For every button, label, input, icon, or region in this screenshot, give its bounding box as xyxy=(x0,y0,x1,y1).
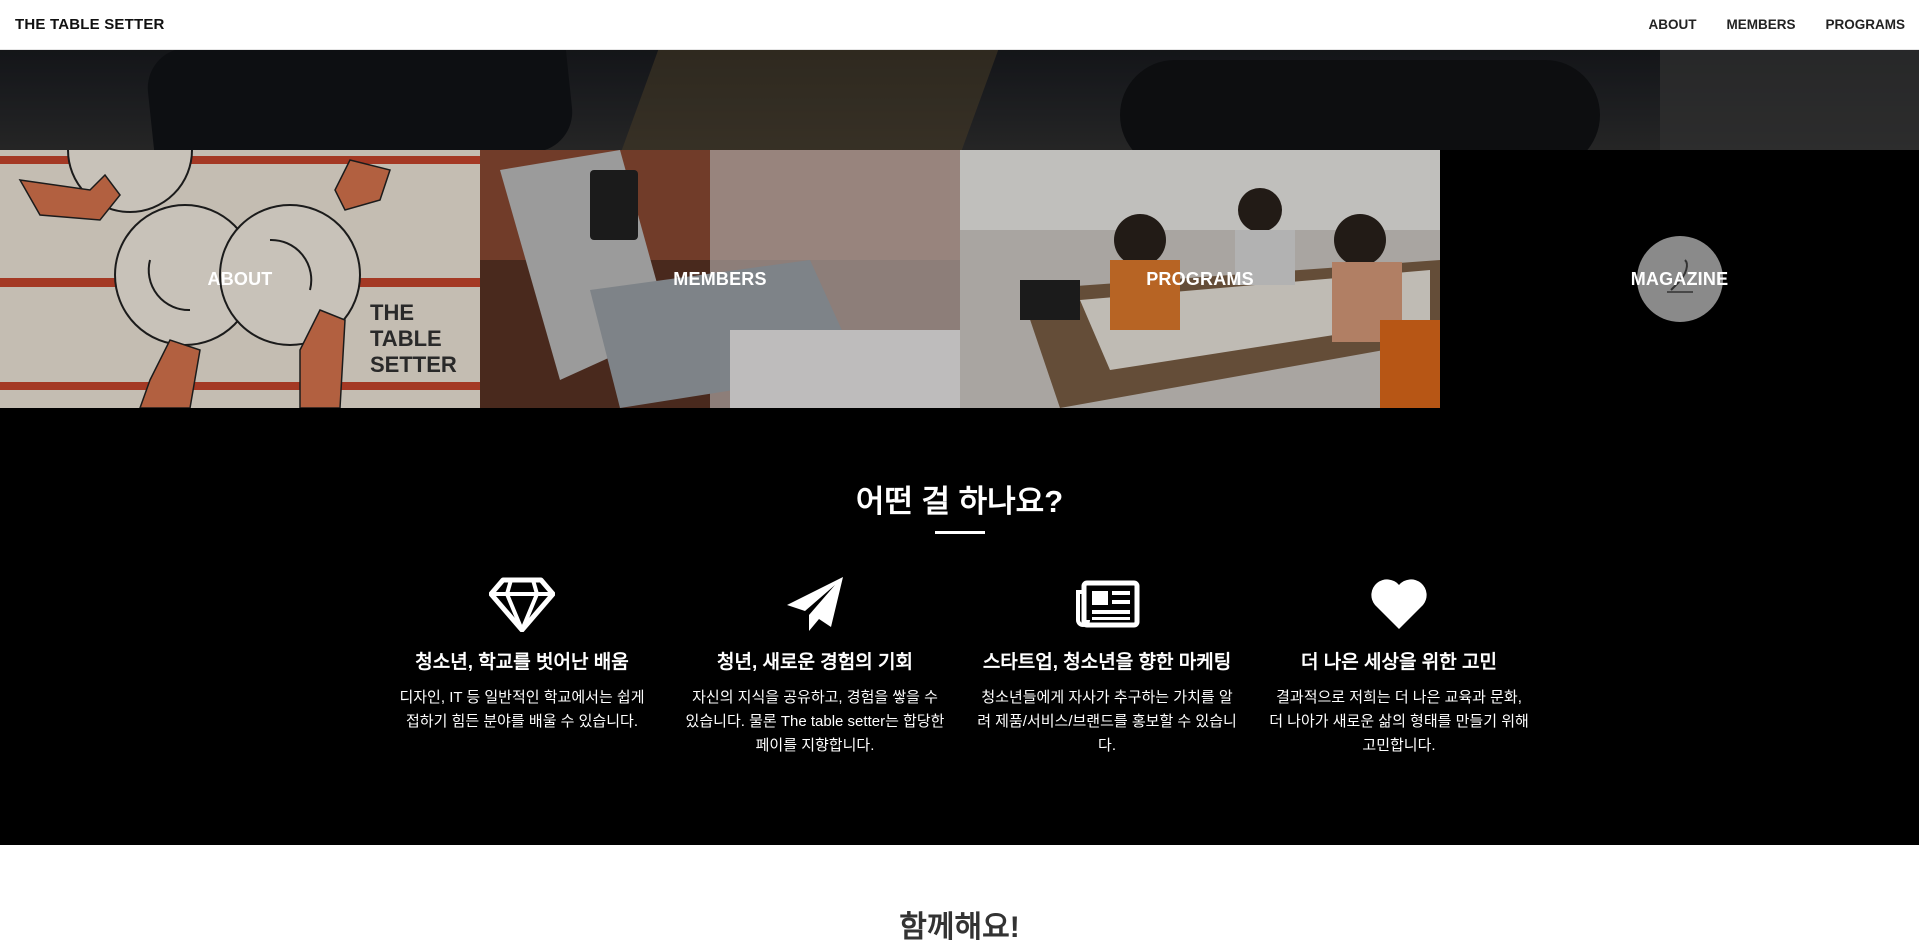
feature-item: 청년, 새로운 경험의 기회 자신의 지식을 공유하고, 경험을 쌓을 수 있습… xyxy=(680,573,950,758)
category-tiles: THE TABLE SETTER ABOUT MEMBERS PROGRAMS … xyxy=(0,150,1919,408)
newspaper-icon xyxy=(972,573,1242,635)
paper-plane-icon xyxy=(680,573,950,635)
tile-members[interactable]: MEMBERS xyxy=(480,150,960,408)
tile-about[interactable]: THE TABLE SETTER ABOUT xyxy=(0,150,480,408)
title-divider xyxy=(935,531,985,534)
heart-icon xyxy=(1264,573,1534,635)
feature-item: 스타트업, 청소년을 향한 마케팅 청소년들에게 자사가 추구하는 가치를 알려… xyxy=(972,573,1242,758)
tile-about-label: ABOUT xyxy=(207,268,273,289)
feature-text: 청소년들에게 자사가 추구하는 가치를 알려 제품/서비스/브랜드를 홍보할 수… xyxy=(977,689,1237,754)
tile-magazine-label: MAGAZINE xyxy=(1630,268,1729,289)
feature-text: 결과적으로 저희는 더 나은 교육과 문화, 더 나아가 새로운 삶의 형태를 … xyxy=(1269,689,1529,754)
feature-title: 더 나은 세상을 위한 고민 xyxy=(1301,652,1497,673)
together-title: 함께해요! xyxy=(899,911,1020,944)
feature-title: 청소년, 학교를 벗어난 배움 xyxy=(415,652,629,673)
feature-text: 자신의 지식을 공유하고, 경험을 쌓을 수 있습니다. 물론 The tabl… xyxy=(685,689,945,754)
tile-magazine[interactable]: MAGAZINE xyxy=(1440,150,1919,408)
feature-title: 청년, 새로운 경험의 기회 xyxy=(717,652,913,673)
nav-link-members[interactable]: MEMBERS xyxy=(1726,17,1795,32)
brand-logo[interactable]: THE TABLE SETTER xyxy=(15,16,165,33)
diamond-icon xyxy=(387,573,657,635)
together-section: 함께해요! xyxy=(0,845,1919,947)
tile-programs[interactable]: PROGRAMS xyxy=(960,150,1440,408)
nav-link-programs[interactable]: PROGRAMS xyxy=(1825,17,1905,32)
tile-programs-label: PROGRAMS xyxy=(1146,268,1254,289)
hero-image xyxy=(0,50,1919,150)
nav-links: ABOUT MEMBERS PROGRAMS xyxy=(1648,17,1905,32)
feature-item: 더 나은 세상을 위한 고민 결과적으로 저희는 더 나은 교육과 문화, 더 … xyxy=(1264,573,1534,758)
services-title: 어떤 걸 하나요? xyxy=(855,484,1064,519)
feature-item: 청소년, 학교를 벗어난 배움 디자인, IT 등 일반적인 학교에서는 쉽게 … xyxy=(387,573,657,734)
feature-title: 스타트업, 청소년을 향한 마케팅 xyxy=(982,652,1232,673)
navbar: THE TABLE SETTER ABOUT MEMBERS PROGRAMS xyxy=(0,0,1919,50)
tile-members-label: MEMBERS xyxy=(673,268,767,289)
services-section: 어떤 걸 하나요? 청소년, 학교를 벗어난 배움 디자인, IT 등 일반적인… xyxy=(0,408,1919,845)
feature-text: 디자인, IT 등 일반적인 학교에서는 쉽게 접하기 힘든 분야를 배울 수 … xyxy=(399,689,645,730)
nav-link-about[interactable]: ABOUT xyxy=(1648,17,1696,32)
